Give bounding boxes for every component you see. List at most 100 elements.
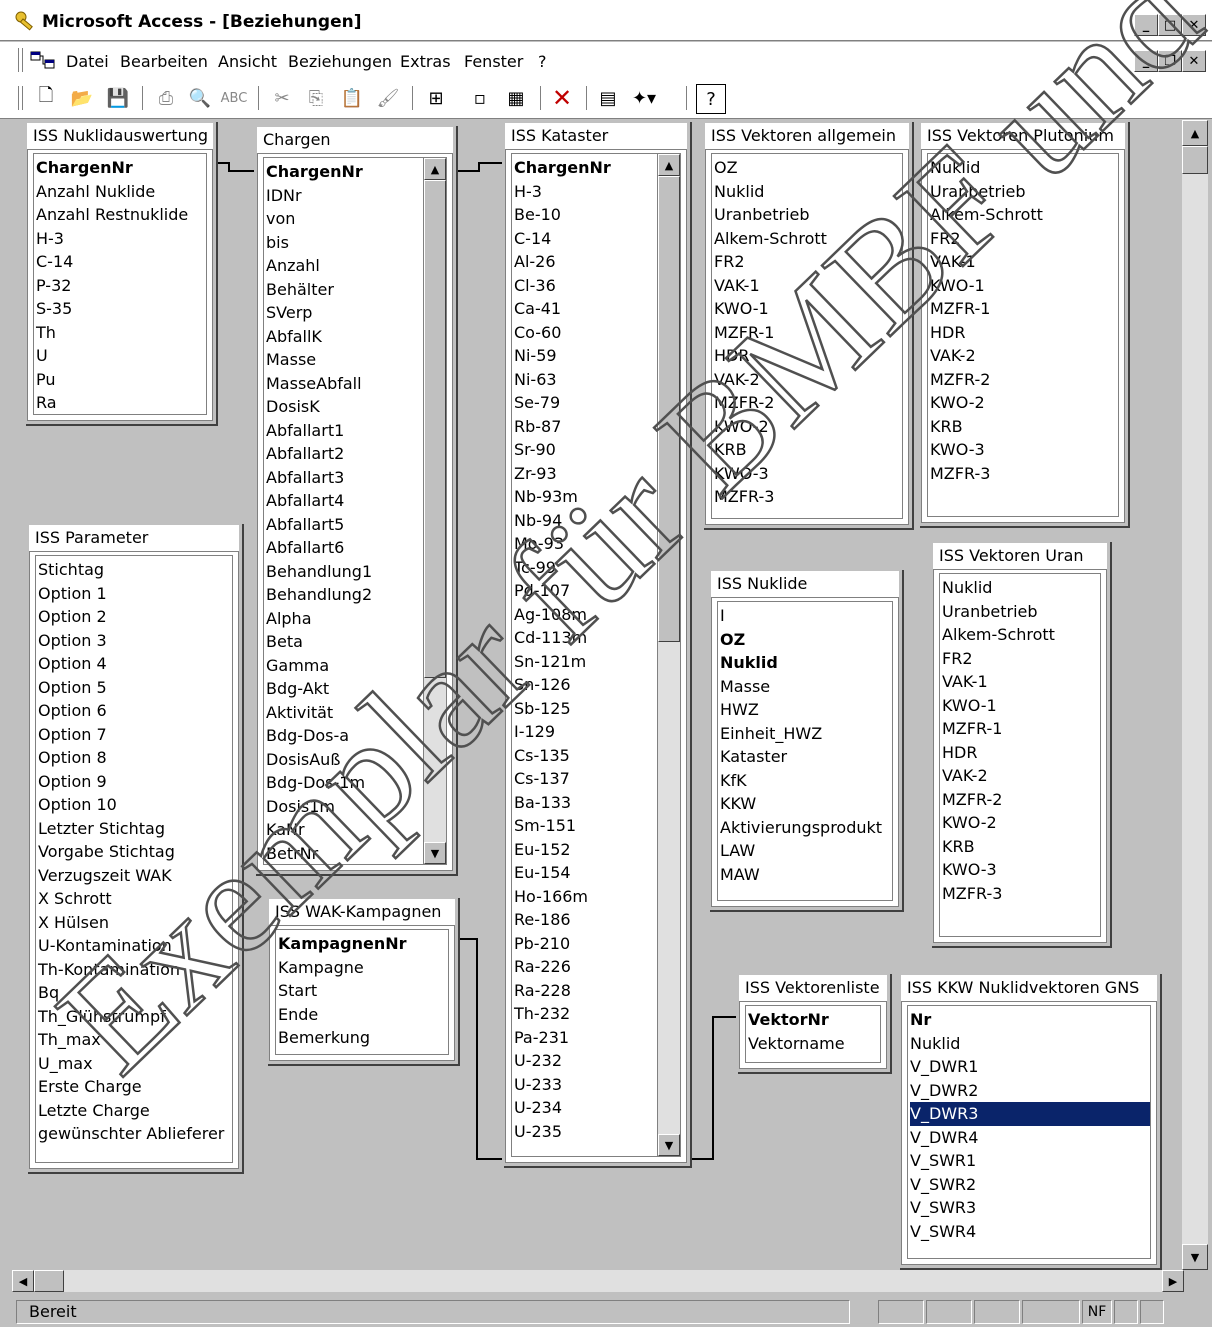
new-object-icon[interactable]: ✦▾: [630, 84, 658, 112]
field-item[interactable]: Eu-154: [514, 861, 680, 885]
field-item[interactable]: Masse: [720, 675, 892, 699]
table-title[interactable]: ISS Kataster: [505, 123, 687, 150]
field-item[interactable]: Option 7: [38, 723, 232, 747]
doc-close-button[interactable]: ✕: [1182, 50, 1206, 72]
workspace-horizontal-scrollbar[interactable]: ◀ ▶: [12, 1270, 1184, 1292]
field-item[interactable]: HWZ: [720, 698, 892, 722]
field-item[interactable]: DosisAuß: [266, 748, 446, 772]
field-item[interactable]: V_SWR1: [910, 1149, 1150, 1173]
field-item[interactable]: Th: [36, 321, 206, 345]
field-item[interactable]: bis: [266, 231, 446, 255]
field-item[interactable]: Re-186: [514, 908, 680, 932]
spelling-icon[interactable]: ABC: [220, 84, 248, 112]
field-item[interactable]: Uranbetrieb: [942, 600, 1100, 624]
field-item[interactable]: KRB: [930, 415, 1118, 439]
open-icon[interactable]: 📂: [68, 84, 96, 112]
table-title[interactable]: ISS Vektoren Plutonium: [921, 123, 1125, 150]
field-item[interactable]: Sm-151: [514, 814, 680, 838]
field-item[interactable]: VAK-2: [930, 344, 1118, 368]
table-title[interactable]: ISS Nuklide: [711, 571, 899, 598]
field-item[interactable]: Abfallart6: [266, 536, 446, 560]
scroll-down-icon[interactable]: ▼: [1182, 1244, 1208, 1270]
field-item[interactable]: VAK-1: [942, 670, 1100, 694]
table-title[interactable]: ISS KKW Nuklidvektoren GNS: [901, 975, 1157, 1002]
field-item[interactable]: Cd-113m: [514, 626, 680, 650]
scroll-thumb[interactable]: [658, 176, 680, 642]
field-item[interactable]: Nb-93m: [514, 485, 680, 509]
field-item[interactable]: Nuklid: [930, 156, 1118, 180]
field-item[interactable]: FR2: [930, 227, 1118, 251]
field-item[interactable]: Anzahl Nuklide: [36, 180, 206, 204]
field-item[interactable]: V_SWR3: [910, 1196, 1150, 1220]
field-item[interactable]: MZFR-2: [930, 368, 1118, 392]
field-item[interactable]: U-233: [514, 1073, 680, 1097]
field-item[interactable]: KWO-2: [714, 415, 902, 439]
table-iss-vektorenliste[interactable]: ISS Vektorenliste VektorNr Vektorname: [736, 972, 890, 1072]
field-item[interactable]: Vektorname: [748, 1032, 880, 1056]
field-item[interactable]: MZFR-1: [942, 717, 1100, 741]
field-item[interactable]: Bdg-Dos-1m: [266, 771, 446, 795]
field-item[interactable]: Ra-226: [514, 955, 680, 979]
table-title[interactable]: ISS Vektorenliste: [739, 975, 887, 1002]
table-title[interactable]: ISS Vektoren Uran: [933, 543, 1107, 570]
field-item[interactable]: Option 1: [38, 582, 232, 606]
field-item[interactable]: Kampagne: [278, 956, 448, 980]
field-item[interactable]: OZ: [714, 156, 902, 180]
field-item[interactable]: Abfallart5: [266, 513, 446, 537]
field-item[interactable]: Ende: [278, 1003, 448, 1027]
table-title[interactable]: ISS Parameter: [29, 525, 239, 552]
field-item[interactable]: VAK-2: [942, 764, 1100, 788]
field-item[interactable]: KWO-1: [930, 274, 1118, 298]
field-item[interactable]: Sn-126: [514, 673, 680, 697]
field-item[interactable]: gewünschter Ablieferer: [38, 1122, 232, 1146]
table-title[interactable]: ISS Vektoren allgemein: [705, 123, 909, 150]
field-item[interactable]: Al-26: [514, 250, 680, 274]
delete-icon[interactable]: ✕: [548, 84, 576, 112]
field-item[interactable]: MZFR-3: [930, 462, 1118, 486]
field-item[interactable]: Anzahl Restnuklide: [36, 203, 206, 227]
field-item[interactable]: Erste Charge: [38, 1075, 232, 1099]
maximize-button[interactable]: □: [1158, 14, 1182, 36]
field-item[interactable]: Pb-210: [514, 932, 680, 956]
save-icon[interactable]: 💾: [104, 84, 132, 112]
field-item[interactable]: MZFR-2: [714, 391, 902, 415]
scroll-thumb[interactable]: [424, 180, 446, 678]
field-item[interactable]: Behandlung2: [266, 583, 446, 607]
field-item[interactable]: FR2: [714, 250, 902, 274]
field-item[interactable]: Nr: [910, 1008, 1150, 1032]
field-item[interactable]: Option 10: [38, 793, 232, 817]
field-item[interactable]: I: [720, 604, 892, 628]
field-item[interactable]: KWO-2: [942, 811, 1100, 835]
field-item[interactable]: ChargenNr: [36, 156, 206, 180]
field-item[interactable]: Co-60: [514, 321, 680, 345]
field-item[interactable]: Nuklid: [942, 576, 1100, 600]
doc-minimize-button[interactable]: _: [1134, 50, 1158, 72]
field-item[interactable]: Pu: [36, 368, 206, 392]
field-item[interactable]: H-3: [36, 227, 206, 251]
field-item[interactable]: Abfallart1: [266, 419, 446, 443]
show-all-icon[interactable]: ▦: [502, 84, 530, 112]
field-item[interactable]: V_SWR2: [910, 1173, 1150, 1197]
table-title[interactable]: ISS Nuklidauswertung: [27, 123, 213, 150]
cut-icon[interactable]: ✂: [268, 84, 296, 112]
field-item[interactable]: IDNr: [266, 184, 446, 208]
field-item[interactable]: Cs-137: [514, 767, 680, 791]
field-item[interactable]: Gamma: [266, 654, 446, 678]
field-item[interactable]: Eu-152: [514, 838, 680, 862]
field-item[interactable]: Einheit_HWZ: [720, 722, 892, 746]
field-item[interactable]: V_DWR3: [910, 1102, 1150, 1126]
field-item[interactable]: U_max: [38, 1052, 232, 1076]
field-item[interactable]: X Schrott: [38, 887, 232, 911]
field-item[interactable]: BetrNr: [266, 842, 446, 865]
table-iss-vektoren-plutonium[interactable]: ISS Vektoren Plutonium Nuklid Uranbetrieb…: [918, 120, 1128, 526]
field-item[interactable]: Zr-93: [514, 462, 680, 486]
field-item[interactable]: SVerp: [266, 301, 446, 325]
field-item[interactable]: Bdg-Akt: [266, 677, 446, 701]
scroll-left-icon[interactable]: ◀: [12, 1270, 34, 1292]
field-item[interactable]: FR2: [942, 647, 1100, 671]
field-item[interactable]: KWO-1: [942, 694, 1100, 718]
menu-beziehungen[interactable]: Beziehungen: [288, 52, 392, 71]
field-item[interactable]: C-14: [36, 250, 206, 274]
field-item[interactable]: KRB: [714, 438, 902, 462]
field-item[interactable]: Option 4: [38, 652, 232, 676]
